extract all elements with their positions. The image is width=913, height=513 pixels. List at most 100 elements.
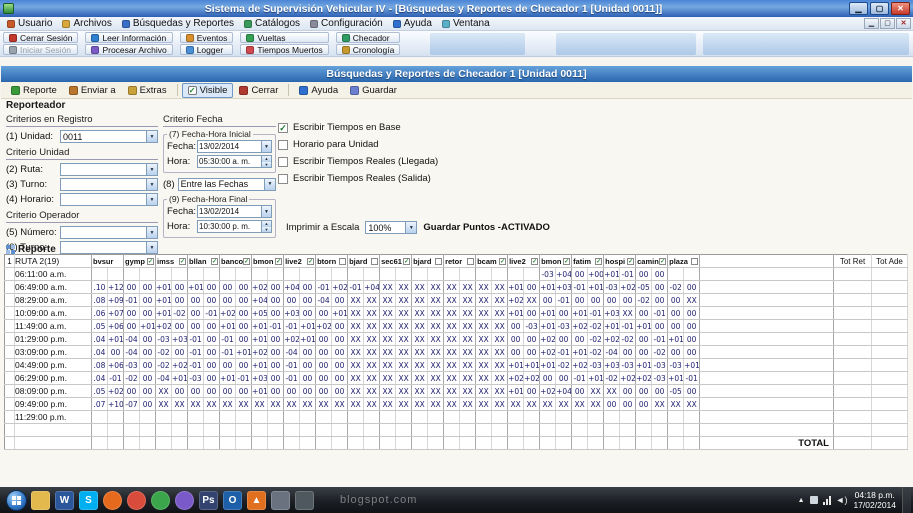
column-checkbox[interactable]: ✓	[243, 258, 250, 265]
fecha-inicial-input[interactable]: 13/02/2014 ▼	[197, 140, 272, 153]
calendar-dropdown-icon[interactable]: ▼	[261, 141, 271, 152]
numero-combo[interactable]: ▼	[60, 226, 158, 239]
mdi-minimize-button[interactable]: ▁	[864, 18, 879, 29]
menu-item-usuario[interactable]: Usuario	[2, 17, 57, 30]
option-tiempos-reales-llegada[interactable]: Escribir Tiempos Reales (Llegada)	[278, 153, 578, 170]
column-checkbox[interactable]: ✓	[275, 258, 282, 265]
toolbar-button-cerrar-sesion[interactable]: Cerrar Sesión	[3, 32, 78, 43]
report-toolbar-button-cerrar[interactable]: Cerrar	[233, 83, 284, 98]
column-checkbox[interactable]: ✓	[595, 258, 602, 265]
toolbar-button-leer-informacion[interactable]: Leer Información	[85, 32, 172, 43]
option-horario-para-unidad[interactable]: Horario para Unidad	[278, 136, 578, 153]
chevron-down-icon[interactable]: ▼	[146, 194, 157, 205]
car-icon[interactable]	[271, 491, 290, 510]
toolbar-button-logger[interactable]: Logger	[180, 44, 234, 55]
rango-combo[interactable]: Entre las Fechas ▼	[178, 178, 276, 191]
menu-item-ventana[interactable]: Ventana	[437, 17, 495, 30]
checkbox-icon[interactable]	[278, 157, 288, 167]
hidden-icons-button[interactable]: ▲	[798, 497, 805, 504]
chevron-down-icon[interactable]: ▼	[146, 131, 157, 142]
word-icon[interactable]: W	[55, 491, 74, 510]
itunes-icon[interactable]	[175, 491, 194, 510]
spin-down-icon[interactable]: ▼	[262, 162, 271, 168]
chevron-down-icon[interactable]: ▼	[146, 179, 157, 190]
tray-settings-icon[interactable]	[295, 491, 314, 510]
option-escribir-tiempos-en-base[interactable]: ✓ Escribir Tiempos en Base	[278, 119, 578, 136]
hora-inicial-input[interactable]: 05:30:00 a. m. ▲▼	[197, 155, 272, 168]
minimize-button[interactable]: ▁	[849, 2, 868, 15]
menu-item-archivos[interactable]: Archivos	[57, 17, 116, 30]
menu-item-configuracion[interactable]: Configuración	[305, 17, 388, 30]
report-toolbar-button-reporte[interactable]: Reporte	[5, 83, 63, 98]
hora-final-input[interactable]: 10:30:00 p. m. ▲▼	[197, 220, 272, 233]
toolbar-button-vueltas[interactable]: Vueltas	[240, 32, 328, 43]
mdi-restore-button[interactable]: ▢	[880, 18, 895, 29]
column-checkbox[interactable]	[371, 258, 378, 265]
column-checkbox[interactable]: ✓	[531, 258, 538, 265]
network-icon[interactable]	[823, 496, 831, 505]
maximize-button[interactable]: ▢	[870, 2, 889, 15]
calendar-dropdown-icon[interactable]: ▼	[261, 206, 271, 217]
clock[interactable]: 04:18 p.m. 17/02/2014	[853, 490, 896, 510]
column-checkbox[interactable]: ✓	[211, 258, 218, 265]
column-checkbox[interactable]: ✓	[563, 258, 570, 265]
chevron-down-icon[interactable]: ▼	[264, 179, 275, 190]
time-spinner[interactable]: ▲▼	[261, 221, 271, 232]
unidad-combo[interactable]: 0011 ▼	[60, 130, 158, 143]
column-checkbox[interactable]: ✓	[659, 258, 666, 265]
report-toolbar-button-visible[interactable]: ✓Visible	[182, 83, 234, 98]
toolbar-button-iniciar-sesion[interactable]: Iniciar Sesión	[3, 44, 78, 55]
firefox-icon[interactable]	[103, 491, 122, 510]
column-checkbox[interactable]	[339, 258, 346, 265]
report-toolbar-button-extras[interactable]: Extras	[122, 83, 173, 98]
report-toolbar-button-enviar-a[interactable]: Enviar a	[63, 83, 122, 98]
time-spinner[interactable]: ▲▼	[261, 156, 271, 167]
option-tiempos-reales-salida[interactable]: Escribir Tiempos Reales (Salida)	[278, 170, 578, 187]
column-checkbox[interactable]: ✓	[307, 258, 314, 265]
column-checkbox[interactable]: ✓	[403, 258, 410, 265]
outlook-icon[interactable]: O	[223, 491, 242, 510]
report-toolbar-button-guardar[interactable]: Guardar	[344, 83, 403, 98]
menu-item-ayuda[interactable]: Ayuda	[388, 17, 437, 30]
chevron-down-icon[interactable]: ▼	[405, 222, 416, 233]
folder-icon[interactable]	[31, 491, 50, 510]
visible-checkbox-icon[interactable]: ✓	[188, 86, 197, 95]
turno-combo[interactable]: ▼	[60, 178, 158, 191]
column-checkbox[interactable]: ✓	[499, 258, 506, 265]
escala-combo[interactable]: 100% ▼	[365, 221, 417, 234]
close-button[interactable]: ✕	[891, 2, 910, 15]
column-checkbox[interactable]	[435, 258, 442, 265]
column-checkbox[interactable]: ✓	[627, 258, 634, 265]
media-player-icon[interactable]	[151, 491, 170, 510]
menu-item-catalogos[interactable]: Catálogos	[239, 17, 305, 30]
toolbar-button-cronologia[interactable]: Cronología	[336, 44, 401, 55]
vlc-icon[interactable]: ▲	[247, 491, 266, 510]
column-checkbox[interactable]	[467, 258, 474, 265]
spin-down-icon[interactable]: ▼	[262, 227, 271, 233]
toolbar-button-eventos[interactable]: Eventos	[180, 32, 234, 43]
toolbar-button-procesar-archivo[interactable]: Procesar Archivo	[85, 44, 172, 55]
report-toolbar-button-ayuda[interactable]: Ayuda	[293, 83, 344, 98]
show-desktop-button[interactable]	[902, 487, 911, 513]
chevron-down-icon[interactable]: ▼	[146, 164, 157, 175]
chrome-icon[interactable]	[127, 491, 146, 510]
column-checkbox[interactable]: ✓	[179, 258, 186, 265]
fecha-final-input[interactable]: 13/02/2014 ▼	[197, 205, 272, 218]
column-checkbox[interactable]: ✓	[147, 258, 154, 265]
checkbox-icon[interactable]: ✓	[278, 123, 288, 133]
menu-item-busquedas-y-reportes[interactable]: Búsquedas y Reportes	[117, 17, 239, 30]
horario-combo[interactable]: ▼	[60, 193, 158, 206]
checkbox-icon[interactable]	[278, 140, 288, 150]
volume-icon[interactable]: ◄)	[836, 495, 848, 505]
mdi-close-button[interactable]: ✕	[896, 18, 911, 29]
tray-app-icon[interactable]	[810, 496, 818, 504]
ruta-combo[interactable]: ▼	[60, 163, 158, 176]
turno-operador-combo[interactable]: ▼	[60, 241, 158, 254]
chevron-down-icon[interactable]: ▼	[146, 227, 157, 238]
checkbox-icon[interactable]	[278, 174, 288, 184]
column-checkbox[interactable]	[691, 258, 698, 265]
toolbar-button-checador[interactable]: Checador	[336, 32, 401, 43]
skype-icon[interactable]: S	[79, 491, 98, 510]
toolbar-button-tiempos-muertos[interactable]: Tiempos Muertos	[240, 44, 328, 55]
chevron-down-icon[interactable]: ▼	[146, 242, 157, 253]
